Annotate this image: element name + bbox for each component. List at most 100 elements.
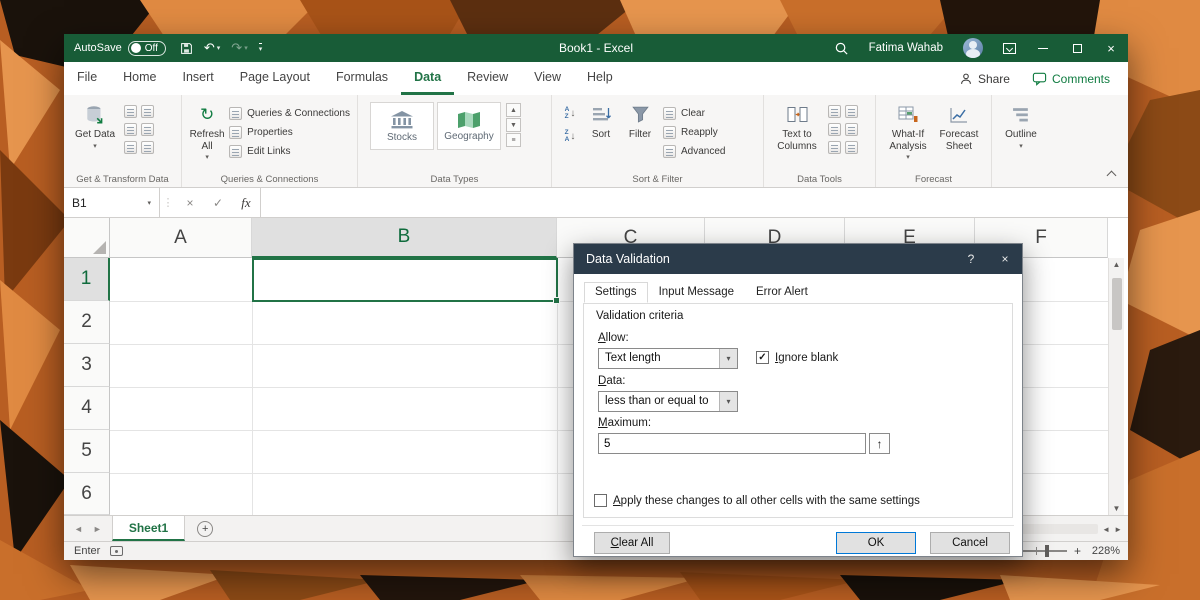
mini-tool-icon[interactable] [141, 105, 154, 118]
zoom-level[interactable]: 228% [1088, 545, 1120, 557]
row-header-1[interactable]: 1 [64, 258, 110, 301]
add-sheet-button[interactable]: + [197, 521, 213, 537]
mini-tool-icon[interactable] [124, 141, 137, 154]
mini-tool-icon[interactable] [141, 123, 154, 136]
tab-input-message[interactable]: Input Message [648, 282, 745, 303]
comments-button[interactable]: Comments [1032, 71, 1110, 86]
mini-tool-icon[interactable] [845, 105, 858, 118]
undo-button[interactable]: ↶▾ [204, 40, 220, 56]
scroll-down-button[interactable]: ▼ [1113, 504, 1121, 513]
row-header-4[interactable]: 4 [64, 387, 110, 430]
customize-qat-button[interactable]: ▾ [259, 43, 263, 53]
hscroll-left-button[interactable]: ◄ [1102, 525, 1110, 534]
forecast-sheet-button[interactable]: Forecast Sheet [934, 99, 984, 152]
row-header-3[interactable]: 3 [64, 344, 110, 387]
geography-card[interactable]: Geography [437, 102, 501, 150]
dialog-close-button[interactable]: × [988, 244, 1022, 274]
sort-za-button[interactable]: ZA↓ [558, 128, 582, 145]
redo-button[interactable]: ↷▾ [231, 40, 247, 56]
what-if-analysis-button[interactable]: What-If Analysis ▾ [882, 99, 934, 162]
dialog-title-bar[interactable]: Data Validation ? × [574, 244, 1022, 274]
reapply-button[interactable]: Reapply [660, 123, 728, 142]
sheet-nav-left-button[interactable]: ◄ [74, 524, 83, 534]
gallery-down-button[interactable]: ▼ [506, 118, 521, 132]
row-header-2[interactable]: 2 [64, 301, 110, 344]
checkbox-unchecked-icon[interactable] [594, 494, 607, 507]
refresh-all-button[interactable]: ↻ Refresh All ▾ [188, 99, 226, 162]
sort-button[interactable]: Sort [582, 99, 620, 141]
column-header-a[interactable]: A [110, 218, 252, 258]
clear-button[interactable]: Clear [660, 104, 728, 123]
vertical-scrollbar[interactable]: ▲ ▼ [1108, 258, 1124, 515]
dropdown-arrow-icon[interactable]: ▾ [719, 392, 737, 411]
cancel-button[interactable]: Cancel [930, 532, 1010, 554]
drag-handle-icon[interactable]: ⋮ [160, 188, 176, 217]
sort-az-button[interactable]: AZ↓ [558, 105, 582, 122]
menu-tab-data[interactable]: Data [401, 62, 454, 95]
menu-tab-review[interactable]: Review [454, 62, 521, 95]
menu-tab-help[interactable]: Help [574, 62, 626, 95]
dropdown-arrow-icon[interactable]: ▾ [719, 349, 737, 368]
mini-tool-icon[interactable] [845, 141, 858, 154]
maximize-button[interactable] [1060, 34, 1094, 62]
sheet-tab-sheet1[interactable]: Sheet1 [112, 516, 185, 541]
maximum-input[interactable] [598, 433, 866, 454]
range-selector-button[interactable]: ↑ [869, 433, 890, 454]
menu-tab-insert[interactable]: Insert [170, 62, 227, 95]
fill-handle[interactable] [553, 297, 560, 304]
advanced-button[interactable]: Advanced [660, 142, 728, 161]
hscroll-right-button[interactable]: ► [1114, 525, 1122, 534]
gallery-up-button[interactable]: ▲ [506, 103, 521, 117]
clear-all-button[interactable]: Clear All [594, 532, 670, 554]
user-name[interactable]: Fatima Wahab [859, 34, 953, 62]
ribbon-display-options-button[interactable] [993, 34, 1026, 62]
formula-input[interactable] [260, 188, 1128, 217]
mini-tool-icon[interactable] [141, 141, 154, 154]
outline-button[interactable]: Outline ▾ [998, 99, 1044, 151]
save-button[interactable] [180, 42, 193, 55]
text-to-columns-button[interactable]: Text to Columns [770, 99, 824, 152]
menu-tab-page-layout[interactable]: Page Layout [227, 62, 323, 95]
sheet-nav-right-button[interactable]: ► [93, 524, 102, 534]
name-box[interactable]: B1 ▾ [64, 188, 160, 217]
checkbox-checked-icon[interactable]: ✓ [756, 351, 769, 364]
autosave-toggle[interactable]: AutoSave Off [74, 41, 166, 56]
vertical-scroll-thumb[interactable] [1112, 278, 1122, 330]
queries-connections-button[interactable]: Queries & Connections [226, 104, 353, 123]
allow-dropdown[interactable]: Text length ▾ [598, 348, 738, 369]
row-header-6[interactable]: 6 [64, 473, 110, 515]
mini-tool-icon[interactable] [828, 105, 841, 118]
name-box-dropdown-icon[interactable]: ▾ [147, 199, 151, 207]
mini-tool-icon[interactable] [124, 105, 137, 118]
insert-function-button[interactable]: fx [232, 188, 260, 217]
properties-button[interactable]: Properties [226, 123, 353, 142]
formula-cancel-button[interactable]: × [176, 188, 204, 217]
filter-button[interactable]: Filter [620, 99, 660, 141]
mini-tool-icon[interactable] [828, 141, 841, 154]
menu-tab-home[interactable]: Home [110, 62, 169, 95]
collapse-ribbon-button[interactable] [1108, 172, 1116, 180]
mini-tool-icon[interactable] [124, 123, 137, 136]
share-button[interactable]: Share [959, 72, 1010, 86]
column-header-b[interactable]: B [252, 218, 557, 258]
row-header-5[interactable]: 5 [64, 430, 110, 473]
close-button[interactable]: × [1094, 34, 1128, 62]
formula-enter-button[interactable]: ✓ [204, 188, 232, 217]
gallery-more-button[interactable]: ≡ [506, 133, 521, 147]
tab-error-alert[interactable]: Error Alert [745, 282, 819, 303]
mini-tool-icon[interactable] [828, 123, 841, 136]
apply-all-checkbox[interactable]: Apply these changes to all other cells w… [594, 494, 920, 507]
ignore-blank-checkbox[interactable]: ✓ Ignore blank [756, 351, 838, 364]
stocks-card[interactable]: Stocks [370, 102, 434, 150]
zoom-slider-thumb[interactable] [1045, 545, 1049, 557]
menu-tab-formulas[interactable]: Formulas [323, 62, 401, 95]
mini-tool-icon[interactable] [845, 123, 858, 136]
menu-tab-view[interactable]: View [521, 62, 574, 95]
avatar[interactable] [953, 34, 993, 62]
scroll-up-button[interactable]: ▲ [1113, 260, 1121, 269]
minimize-button[interactable] [1026, 34, 1060, 62]
dialog-help-button[interactable]: ? [954, 244, 988, 274]
get-data-button[interactable]: Get Data ▾ [70, 99, 120, 151]
ok-button[interactable]: OK [836, 532, 916, 554]
tab-settings[interactable]: Settings [584, 282, 648, 303]
